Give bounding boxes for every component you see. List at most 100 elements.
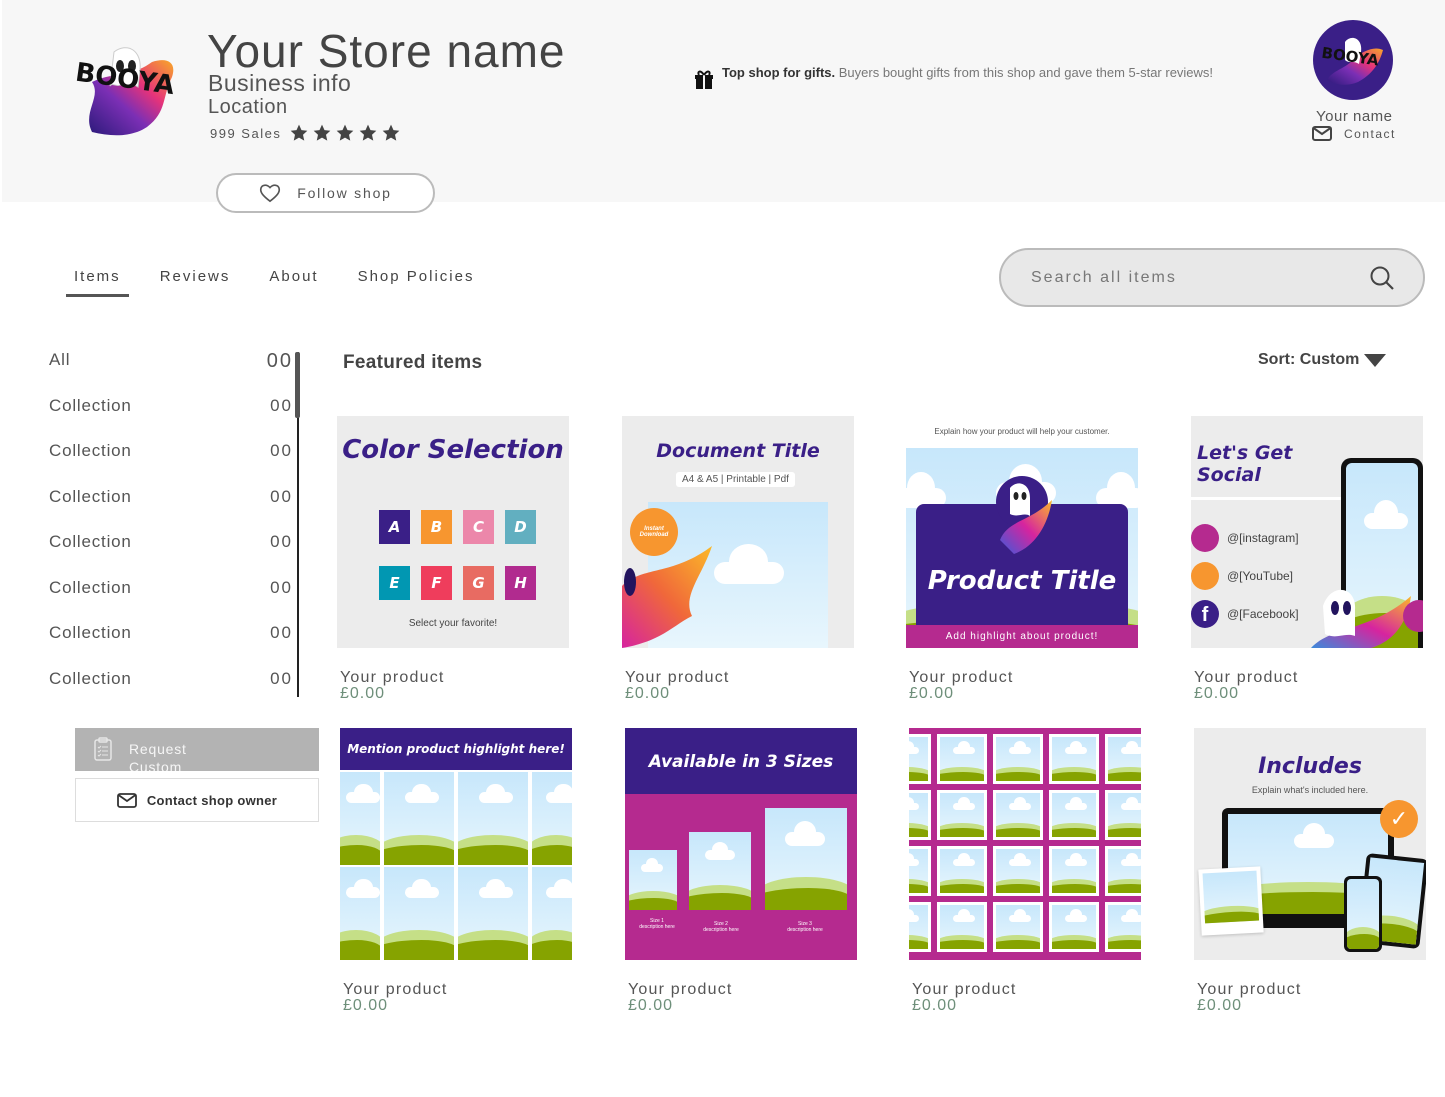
landscape-tile: [1105, 790, 1141, 840]
product-name[interactable]: Your product: [909, 670, 1138, 686]
product-thumbnail[interactable]: Explain how your product will help your …: [906, 416, 1138, 648]
color-swatch: C: [463, 510, 494, 544]
request-custom-order-button[interactable]: Request Custom Order: [75, 728, 319, 771]
photo-print-graphic: [1198, 866, 1264, 936]
product-name[interactable]: Your product: [343, 982, 572, 998]
landscape-grid: [340, 772, 572, 960]
business-info: Business info: [208, 70, 352, 96]
clipboard-icon: [94, 737, 112, 761]
search-input[interactable]: [1031, 268, 1369, 287]
collection-item[interactable]: Collection 00: [49, 487, 293, 533]
product-card[interactable]: Explain how your product will help your …: [906, 416, 1138, 702]
thumb-top-text: Explain how your product will help your …: [934, 427, 1110, 436]
collection-item[interactable]: Collection 00: [49, 396, 293, 442]
ghost-graphic: [1000, 483, 1052, 554]
product-thumbnail[interactable]: Includes Explain what's included here. ✓: [1194, 728, 1426, 960]
landscape-tile: [458, 772, 528, 865]
product-name[interactable]: Your product: [1194, 670, 1423, 686]
thumb-title: Available in 3 Sizes: [648, 752, 834, 772]
product-card[interactable]: Mention product highlight here! Your pro…: [340, 728, 572, 1014]
caret-down-icon: [1364, 354, 1387, 367]
product-name[interactable]: Your product: [1197, 982, 1426, 998]
product-card[interactable]: Color Selection ABCD EFGH Select your fav…: [337, 416, 569, 702]
landscape-tile: [384, 772, 454, 865]
product-name[interactable]: Your product: [625, 670, 854, 686]
instant-download-badge: Instant Download: [630, 508, 678, 556]
product-thumbnail[interactable]: Document Title A4 & A5 | Printable | Pdf…: [622, 416, 854, 648]
landscape-tile: [937, 846, 987, 896]
check-badge-icon: ✓: [1380, 800, 1418, 838]
landscape-tile: [340, 772, 380, 865]
collections-list: All 00 Collection 00 Collection 00 Collecti…: [49, 350, 293, 714]
product-name[interactable]: Your product: [912, 982, 1141, 998]
contact-shop-owner-button[interactable]: Contact shop owner: [75, 778, 319, 822]
collection-item-all[interactable]: All 00: [49, 350, 293, 396]
collection-item[interactable]: Collection 00: [49, 578, 293, 624]
product-name[interactable]: Your product: [628, 982, 857, 998]
product-thumbnail[interactable]: [909, 728, 1141, 960]
social-youtube: @[YouTube]: [1191, 562, 1299, 590]
color-swatch: D: [505, 510, 536, 544]
product-name[interactable]: Your product: [340, 670, 569, 686]
contact-owner-link[interactable]: Contact: [1312, 126, 1396, 141]
collection-item[interactable]: Collection 00: [49, 669, 293, 715]
landscape-tile: [1049, 846, 1099, 896]
product-price: £0.00: [628, 997, 674, 1014]
collection-item[interactable]: Collection 00: [49, 623, 293, 669]
instagram-icon: [1191, 524, 1219, 552]
size-3-preview: [765, 808, 847, 910]
landscape-tile: [1049, 790, 1099, 840]
landscape-tile: [1049, 734, 1099, 784]
collection-label: Collection: [49, 395, 132, 415]
landscape-tile: [1105, 902, 1141, 952]
collection-count: 00: [270, 486, 293, 506]
landscape-tile: [937, 902, 987, 952]
tab-shop-policies[interactable]: Shop Policies: [350, 268, 483, 297]
product-thumbnail[interactable]: Let's Get Social @[instagram] @[YouTube]…: [1191, 416, 1423, 648]
follow-shop-label: Follow shop: [297, 185, 392, 201]
product-card[interactable]: Includes Explain what's included here. ✓…: [1194, 728, 1426, 1014]
size-1-description: Size 1 description here: [639, 918, 675, 930]
shop-tabs: Items Reviews About Shop Policies: [66, 268, 505, 297]
collection-count: 00: [270, 532, 293, 551]
product-card[interactable]: Document Title A4 & A5 | Printable | Pdf…: [622, 416, 854, 702]
heart-icon: [260, 184, 281, 203]
product-thumbnail[interactable]: Available in 3 Sizes Size 1 description …: [625, 728, 857, 960]
ghost-graphic: [1311, 589, 1423, 648]
sales-count: 999 Sales: [210, 125, 282, 141]
product-thumbnail[interactable]: Color Selection ABCD EFGH Select your fav…: [337, 416, 569, 648]
product-thumbnail[interactable]: Mention product highlight here!: [340, 728, 572, 960]
collection-item[interactable]: Collection 00: [49, 532, 293, 578]
tab-about[interactable]: About: [261, 268, 326, 297]
gift-notice-bold: Top shop for gifts.: [722, 65, 836, 80]
landscape-tile: [340, 867, 380, 960]
contact-shop-owner-label: Contact shop owner: [146, 792, 278, 808]
owner-avatar[interactable]: BOOYA: [1313, 20, 1393, 100]
landscape-grid: [909, 734, 1141, 960]
color-swatch: H: [505, 566, 536, 600]
collection-item[interactable]: Collection 00: [49, 441, 293, 487]
social-facebook: f @[Facebook]: [1191, 600, 1299, 628]
product-card[interactable]: Let's Get Social @[instagram] @[YouTube]…: [1191, 416, 1423, 702]
sort-dropdown[interactable]: Sort: Custom: [1258, 351, 1387, 369]
star-icon: [290, 124, 308, 141]
product-card[interactable]: Available in 3 Sizes Size 1 description …: [625, 728, 857, 1014]
product-card[interactable]: Your product £0.00: [909, 728, 1141, 1014]
color-swatch: B: [421, 510, 452, 544]
follow-shop-button[interactable]: Follow shop: [216, 173, 435, 213]
search-bar: [999, 248, 1425, 307]
thumb-title: Document Title: [656, 440, 820, 462]
tab-reviews[interactable]: Reviews: [152, 268, 239, 297]
collection-label: Collection: [49, 577, 132, 597]
collection-count: 00: [270, 441, 293, 460]
collections-scrollbar-thumb[interactable]: [295, 352, 300, 418]
landscape-tile: [384, 867, 454, 960]
thumb-subtitle: Select your favorite!: [408, 618, 498, 629]
thumb-subtitle: Add highlight about product!: [906, 625, 1138, 648]
contact-label: Contact: [1344, 126, 1396, 141]
collection-count: 00: [270, 577, 293, 597]
size-3-description: Size 3 description here: [787, 921, 823, 933]
tab-items[interactable]: Items: [66, 268, 129, 297]
star-icon: [382, 124, 400, 141]
search-icon[interactable]: [1369, 265, 1395, 291]
